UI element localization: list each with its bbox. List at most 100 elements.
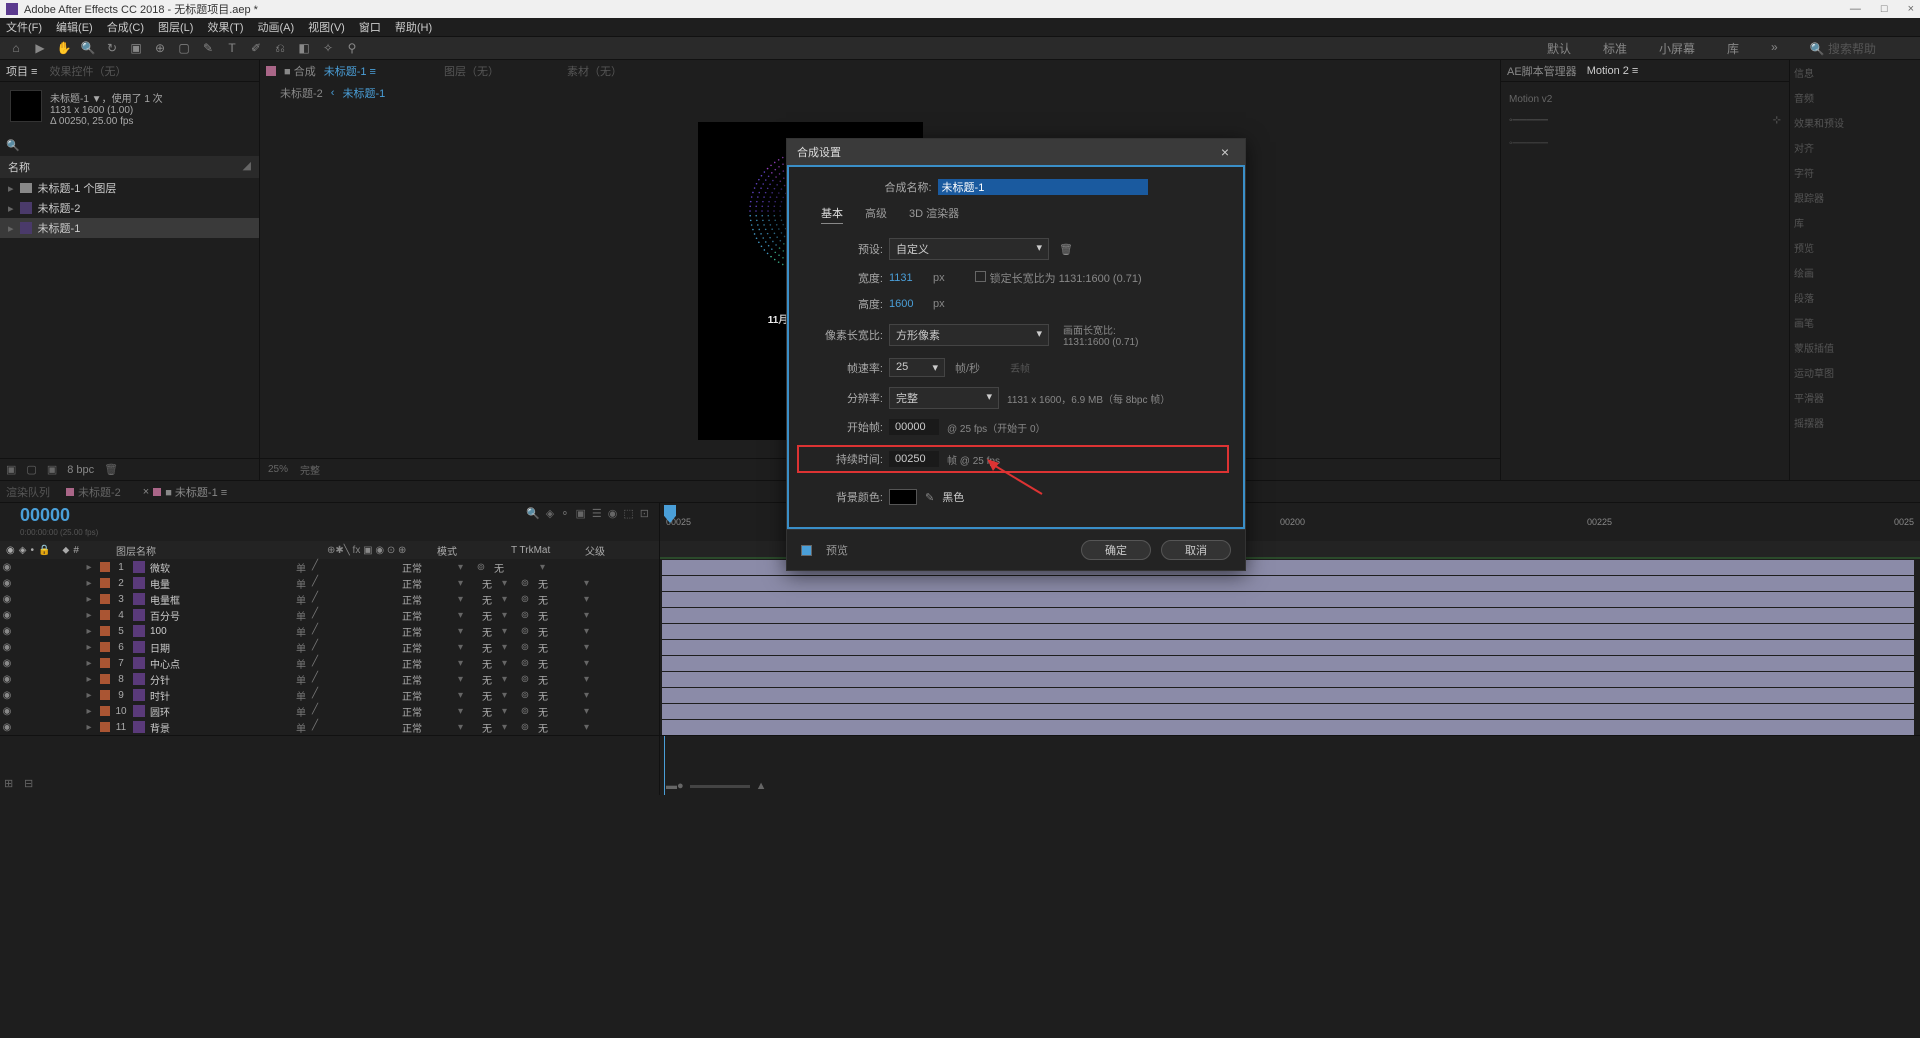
- mode-dropdown-icon[interactable]: ▾: [458, 594, 472, 605]
- tab-material-none[interactable]: 素材（无）: [567, 63, 622, 79]
- layer-mode[interactable]: 正常: [398, 704, 458, 719]
- ok-button[interactable]: 确定: [1081, 540, 1151, 560]
- interpret-icon[interactable]: ▣: [6, 463, 16, 476]
- layer-name[interactable]: 中心点: [148, 656, 288, 671]
- parent-dropdown-icon[interactable]: ▾: [540, 562, 554, 573]
- bg-color-swatch[interactable]: [889, 489, 917, 505]
- layer-name[interactable]: 背景: [148, 720, 288, 735]
- tl-graph-icon[interactable]: ⬚: [623, 507, 633, 520]
- layer-duration-bar[interactable]: [662, 671, 1914, 687]
- panel-tab-collapsed[interactable]: 运动草图: [1790, 360, 1920, 385]
- layer-trkmat[interactable]: 无: [472, 624, 502, 639]
- expand-layer-icon[interactable]: ▸: [80, 578, 98, 589]
- layer-mode[interactable]: 正常: [398, 592, 458, 607]
- expand-arrow[interactable]: ▸: [8, 222, 14, 235]
- tl-comp-icon[interactable]: ◈: [546, 507, 554, 520]
- expand-arrow[interactable]: ▸: [8, 182, 14, 195]
- expand-layer-icon[interactable]: ▸: [80, 642, 98, 653]
- visibility-toggle[interactable]: ◉: [0, 722, 14, 733]
- zoom-out-icon[interactable]: ▬●: [666, 780, 684, 792]
- col-mode[interactable]: 模式: [437, 543, 511, 558]
- parent-pickwhip-icon[interactable]: ⊚: [516, 706, 534, 717]
- layer-parent[interactable]: 无: [534, 608, 584, 623]
- visibility-toggle[interactable]: ◉: [0, 610, 14, 621]
- parent-pickwhip-icon[interactable]: ⊚: [516, 642, 534, 653]
- layer-color-label[interactable]: [100, 594, 110, 604]
- layer-name[interactable]: 100: [148, 626, 288, 637]
- menu-layer[interactable]: 图层(L): [158, 19, 193, 35]
- expand-layer-icon[interactable]: ▸: [80, 690, 98, 701]
- layer-color-label[interactable]: [100, 690, 110, 700]
- new-folder-icon[interactable]: ▢: [26, 463, 36, 476]
- breadcrumb-current[interactable]: 未标题-1: [342, 85, 385, 101]
- trkmat-dropdown-icon[interactable]: ▾: [502, 674, 516, 685]
- tab-script-manager[interactable]: AE脚本管理器: [1507, 63, 1577, 79]
- layer-duration-bar[interactable]: [662, 703, 1914, 719]
- preview-checkbox[interactable]: [801, 545, 812, 556]
- layer-parent[interactable]: 无: [534, 704, 584, 719]
- parent-pickwhip-icon[interactable]: ⊚: [516, 594, 534, 605]
- layer-parent[interactable]: 无: [534, 672, 584, 687]
- toggle-modes-icon[interactable]: ⊟: [24, 777, 38, 791]
- layer-name[interactable]: 分针: [148, 672, 288, 687]
- layer-color-label[interactable]: [100, 642, 110, 652]
- parent-pickwhip-icon[interactable]: ⊚: [472, 562, 490, 573]
- tab-motion2[interactable]: Motion 2 ≡: [1587, 65, 1639, 77]
- panel-tab-collapsed[interactable]: 画笔: [1790, 310, 1920, 335]
- motion-anchor-icon[interactable]: ⊹: [1773, 115, 1781, 126]
- visibility-toggle[interactable]: ◉: [0, 578, 14, 589]
- menu-edit[interactable]: 编辑(E): [56, 19, 93, 35]
- parent-pickwhip-icon[interactable]: ⊚: [516, 674, 534, 685]
- bpc-label[interactable]: 8 bpc: [67, 464, 94, 476]
- maximize-button[interactable]: □: [1881, 3, 1888, 15]
- mode-dropdown-icon[interactable]: ▾: [458, 658, 472, 669]
- layer-mode[interactable]: 正常: [398, 624, 458, 639]
- layer-color-label[interactable]: [100, 610, 110, 620]
- layer-row[interactable]: ◉ ▸ 10 圆环 单╱ 正常 ▾ 无▾ ⊚ 无 ▾: [0, 703, 1920, 719]
- tab-render-queue[interactable]: 渲染队列: [6, 484, 50, 500]
- preset-dropdown[interactable]: 自定义▾: [889, 238, 1049, 260]
- layer-row[interactable]: ◉ ▸ 5 100 单╱ 正常 ▾ 无▾ ⊚ 无 ▾: [0, 623, 1920, 639]
- eyedropper-icon[interactable]: ✎: [925, 491, 934, 504]
- height-input[interactable]: 1600: [889, 298, 929, 310]
- roto-tool-icon[interactable]: ✧: [320, 40, 336, 56]
- panel-tab-collapsed[interactable]: 音频: [1790, 85, 1920, 110]
- layer-color-label[interactable]: [100, 626, 110, 636]
- col-trkmat[interactable]: T TrkMat: [511, 545, 585, 556]
- mode-dropdown-icon[interactable]: ▾: [458, 690, 472, 701]
- tl-shy-icon[interactable]: ⚬: [560, 507, 569, 520]
- layer-name[interactable]: 电量: [148, 576, 288, 591]
- layer-mode[interactable]: 正常: [398, 688, 458, 703]
- expand-layer-icon[interactable]: ▸: [80, 562, 98, 573]
- tab-project[interactable]: 项目 ≡: [6, 63, 37, 79]
- brush-tool-icon[interactable]: ✐: [248, 40, 264, 56]
- search-icon[interactable]: 🔍: [6, 139, 20, 152]
- layer-duration-bar[interactable]: [662, 575, 1914, 591]
- panel-tab-collapsed[interactable]: 蒙版插值: [1790, 335, 1920, 360]
- layer-row[interactable]: ◉ ▸ 7 中心点 单╱ 正常 ▾ 无▾ ⊚ 无 ▾: [0, 655, 1920, 671]
- expand-layer-icon[interactable]: ▸: [80, 658, 98, 669]
- clone-tool-icon[interactable]: ⎌: [272, 40, 288, 56]
- layer-mode[interactable]: 正常: [398, 720, 458, 735]
- layer-trkmat[interactable]: 无: [472, 720, 502, 735]
- layer-duration-bar[interactable]: [662, 623, 1914, 639]
- layer-parent[interactable]: 无: [534, 688, 584, 703]
- col-layer-name[interactable]: 图层名称: [110, 543, 327, 558]
- trkmat-dropdown-icon[interactable]: ▾: [502, 706, 516, 717]
- layer-duration-bar[interactable]: [662, 607, 1914, 623]
- panel-tab-collapsed[interactable]: 效果和预设: [1790, 110, 1920, 135]
- layer-mode[interactable]: 正常: [398, 640, 458, 655]
- panel-tab-collapsed[interactable]: 信息: [1790, 60, 1920, 85]
- layer-parent[interactable]: 无: [534, 656, 584, 671]
- cancel-button[interactable]: 取消: [1161, 540, 1231, 560]
- layer-switches[interactable]: 单╱: [288, 560, 398, 575]
- parent-dropdown-icon[interactable]: ▾: [584, 690, 598, 701]
- dialog-close-button[interactable]: ×: [1215, 142, 1235, 162]
- tab-basic[interactable]: 基本: [821, 205, 843, 224]
- layer-switches[interactable]: 单╱: [288, 720, 398, 735]
- trkmat-dropdown-icon[interactable]: ▾: [502, 594, 516, 605]
- mode-dropdown-icon[interactable]: ▾: [458, 722, 472, 733]
- layer-color-label[interactable]: [100, 578, 110, 588]
- panel-tab-collapsed[interactable]: 对齐: [1790, 135, 1920, 160]
- shape-tool-icon[interactable]: ▢: [176, 40, 192, 56]
